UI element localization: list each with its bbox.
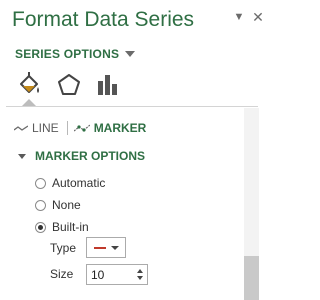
- marker-icon: [73, 124, 90, 132]
- marker-type-select[interactable]: [86, 237, 126, 258]
- spin-up-icon[interactable]: [137, 269, 143, 273]
- radio-label: Built-in: [52, 220, 89, 234]
- type-label: Type: [50, 241, 77, 255]
- active-category-indicator: [22, 99, 36, 106]
- size-label: Size: [50, 267, 74, 281]
- tab-separator: [66, 121, 68, 135]
- radio-label: None: [52, 198, 81, 212]
- radio-button[interactable]: [35, 199, 46, 211]
- radio-button-selected[interactable]: [35, 221, 46, 233]
- tab-marker[interactable]: MARKER: [73, 121, 147, 135]
- tab-line[interactable]: LINE: [14, 121, 59, 135]
- chevron-down-icon: [125, 51, 136, 57]
- format-data-series-pane: Format Data Series ▼ ✕ SERIES OPTIONS LI…: [0, 0, 274, 300]
- section-title: MARKER OPTIONS: [35, 149, 146, 163]
- radio-none[interactable]: None: [35, 198, 81, 212]
- series-options-icon[interactable]: [95, 72, 121, 98]
- marker-size-value: 10: [91, 268, 105, 282]
- tab-marker-label: MARKER: [93, 121, 147, 135]
- radio-automatic[interactable]: Automatic: [35, 176, 105, 190]
- radio-built-in[interactable]: Built-in: [35, 220, 89, 234]
- close-icon[interactable]: ✕: [250, 9, 266, 25]
- pane-options-icon[interactable]: ▼: [231, 9, 247, 25]
- effects-icon[interactable]: [56, 72, 82, 98]
- line-marker-tabs: LINE MARKER: [14, 120, 146, 136]
- radio-label: Automatic: [52, 176, 106, 190]
- marker-size-stepper[interactable]: 10: [86, 264, 148, 285]
- chevron-down-icon: [111, 246, 119, 250]
- line-icon: [14, 125, 28, 131]
- marker-type-preview: [94, 247, 106, 249]
- pane-title: Format Data Series: [12, 8, 195, 31]
- scrollbar-thumb[interactable]: [244, 256, 259, 300]
- tab-line-label: LINE: [32, 121, 59, 135]
- spin-down-icon[interactable]: [137, 276, 143, 280]
- series-options-label: SERIES OPTIONS: [15, 47, 120, 61]
- fill-line-icon[interactable]: [17, 72, 43, 98]
- radio-button[interactable]: [35, 177, 46, 189]
- marker-options-section[interactable]: MARKER OPTIONS: [18, 149, 145, 163]
- series-options-dropdown[interactable]: SERIES OPTIONS: [15, 47, 136, 61]
- divider: [6, 106, 258, 107]
- collapse-triangle-icon: [18, 153, 26, 159]
